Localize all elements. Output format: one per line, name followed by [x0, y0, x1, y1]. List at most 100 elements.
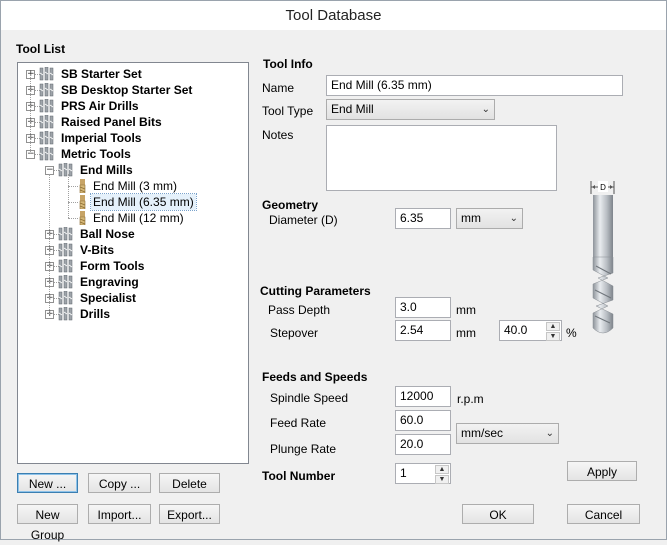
end-mill-icon	[79, 195, 86, 209]
window-title-bar: Tool Database	[0, 0, 667, 31]
spinner-buttons[interactable]: ▲ ▼	[546, 321, 560, 342]
feed-rate-input[interactable]: 60.0	[395, 410, 451, 431]
tool-group-icon	[58, 259, 73, 273]
tool-group-icon	[58, 227, 73, 241]
tool-group-icon	[39, 147, 54, 161]
tree-item-tool[interactable]: End Mill (3 mm)	[18, 178, 246, 194]
name-label: Name	[262, 81, 295, 95]
tool-group-icon	[39, 131, 54, 145]
tree-item-label: Form Tools	[80, 259, 145, 273]
tree-item-group[interactable]: + SB Desktop Starter Set	[18, 82, 246, 98]
tool-number-spinner[interactable]: 1 ▲ ▼	[395, 463, 451, 484]
tree-item-label: Raised Panel Bits	[61, 115, 162, 129]
tree-guide-line	[30, 74, 31, 154]
tree-item-label: SB Starter Set	[61, 67, 142, 81]
tree-item-tool[interactable]: End Mill (6.35 mm)	[18, 193, 246, 211]
plunge-rate-input[interactable]: 20.0	[395, 434, 451, 455]
cancel-button[interactable]: Cancel	[567, 504, 640, 524]
tree-item-group[interactable]: + Drills	[18, 306, 246, 322]
tool-group-icon	[39, 99, 54, 113]
notes-label: Notes	[262, 128, 294, 142]
tree-item-group[interactable]: + PRS Air Drills	[18, 98, 246, 114]
pass-depth-input[interactable]: 3.0	[395, 297, 451, 318]
tool-tree[interactable]: + SB Starter Set + SB Desktop Starter Set + P…	[17, 62, 249, 464]
tree-item-label: End Mill (6.35 mm)	[90, 193, 197, 211]
percent-sign: %	[566, 326, 577, 340]
ok-button[interactable]: OK	[462, 504, 534, 524]
spindle-speed-label: Spindle Speed	[270, 391, 349, 405]
plunge-rate-label: Plunge Rate	[270, 442, 337, 456]
stepover-label: Stepover	[270, 326, 319, 340]
tool-group-icon	[58, 307, 73, 321]
spinner-buttons[interactable]: ▲ ▼	[435, 464, 449, 485]
spin-down-icon[interactable]: ▼	[435, 475, 449, 484]
tool-info-title: Tool Info	[263, 57, 313, 71]
tree-item-label: PRS Air Drills	[61, 99, 139, 113]
tree-item-group[interactable]: + SB Starter Set	[18, 66, 246, 82]
tree-item-label: V-Bits	[80, 243, 115, 257]
tree-item-group[interactable]: + Engraving	[18, 274, 246, 290]
diagram-d-label: D	[600, 183, 606, 192]
tree-item-group[interactable]: + Specialist	[18, 290, 246, 306]
tool-group-icon	[58, 275, 73, 289]
diameter-label: Diameter (D)	[269, 213, 338, 227]
end-mill-icon	[79, 179, 86, 193]
export-button[interactable]: Export...	[159, 504, 220, 524]
feeds-speeds-title: Feeds and Speeds	[262, 370, 368, 384]
stepover-percent-spinner[interactable]: 40.0 ▲ ▼	[499, 320, 562, 341]
tree-item-tool[interactable]: End Mill (12 mm)	[18, 210, 246, 226]
tool-number-value: 1	[400, 466, 407, 480]
new-group-button[interactable]: New Group	[17, 504, 78, 542]
end-mill-diagram: D	[590, 181, 615, 334]
tree-item-group[interactable]: + Imperial Tools	[18, 130, 246, 146]
tree-item-label: Drills	[80, 307, 111, 321]
tree-item-label: Ball Nose	[80, 227, 135, 241]
apply-button[interactable]: Apply	[567, 461, 637, 481]
tree-item-label: Engraving	[80, 275, 139, 289]
import-button[interactable]: Import...	[88, 504, 151, 524]
name-input[interactable]: End Mill (6.35 mm)	[326, 75, 623, 96]
tool-group-icon	[58, 291, 73, 305]
diameter-unit-select[interactable]: mm ⌄	[456, 208, 523, 229]
chevron-down-icon: ⌄	[481, 104, 490, 115]
tree-item-group[interactable]: − Metric Tools	[18, 146, 246, 162]
spin-up-icon[interactable]: ▲	[546, 322, 560, 331]
rate-unit-value: mm/sec	[461, 426, 503, 440]
spindle-speed-input[interactable]: 12000	[395, 386, 451, 407]
stepover-percent-value: 40.0	[504, 323, 528, 337]
tree-item-label: End Mill (3 mm)	[93, 179, 178, 193]
tree-item-group[interactable]: + V-Bits	[18, 242, 246, 258]
tool-type-select[interactable]: End Mill ⌄	[326, 99, 495, 120]
end-mill-icon	[79, 211, 86, 225]
pass-depth-unit: mm	[456, 303, 476, 317]
spindle-speed-unit: r.p.m	[457, 392, 484, 406]
copy-button[interactable]: Copy ...	[88, 473, 151, 493]
chevron-down-icon: ⌄	[545, 428, 554, 439]
tree-item-group[interactable]: + Ball Nose	[18, 226, 246, 242]
window-title: Tool Database	[285, 7, 382, 24]
spin-up-icon[interactable]: ▲	[435, 465, 449, 474]
new-button[interactable]: New ...	[17, 473, 78, 493]
stepover-input[interactable]: 2.54	[395, 320, 451, 341]
geometry-title: Geometry	[262, 198, 319, 212]
tree-item-group[interactable]: + Form Tools	[18, 258, 246, 274]
spin-down-icon[interactable]: ▼	[546, 332, 560, 341]
tool-number-label: Tool Number	[262, 469, 336, 483]
tool-type-label: Tool Type	[262, 104, 314, 118]
tool-group-icon	[39, 67, 54, 81]
rate-unit-select[interactable]: mm/sec ⌄	[456, 423, 559, 444]
diameter-input[interactable]: 6.35	[395, 208, 451, 229]
tree-item-label: Imperial Tools	[61, 131, 142, 145]
tree-item-label: Specialist	[80, 291, 137, 305]
tree-item-label: End Mill (12 mm)	[93, 211, 184, 225]
tool-type-value: End Mill	[331, 102, 374, 116]
tool-group-icon	[39, 83, 54, 97]
tree-item-label: SB Desktop Starter Set	[61, 83, 193, 97]
pass-depth-label: Pass Depth	[268, 303, 331, 317]
tree-item-label: Metric Tools	[61, 147, 131, 161]
tool-list-title: Tool List	[16, 42, 66, 56]
tree-item-group[interactable]: + Raised Panel Bits	[18, 114, 246, 130]
tree-item-group[interactable]: − End Mills	[18, 162, 246, 178]
notes-textarea[interactable]	[326, 125, 557, 191]
delete-button[interactable]: Delete	[159, 473, 220, 493]
